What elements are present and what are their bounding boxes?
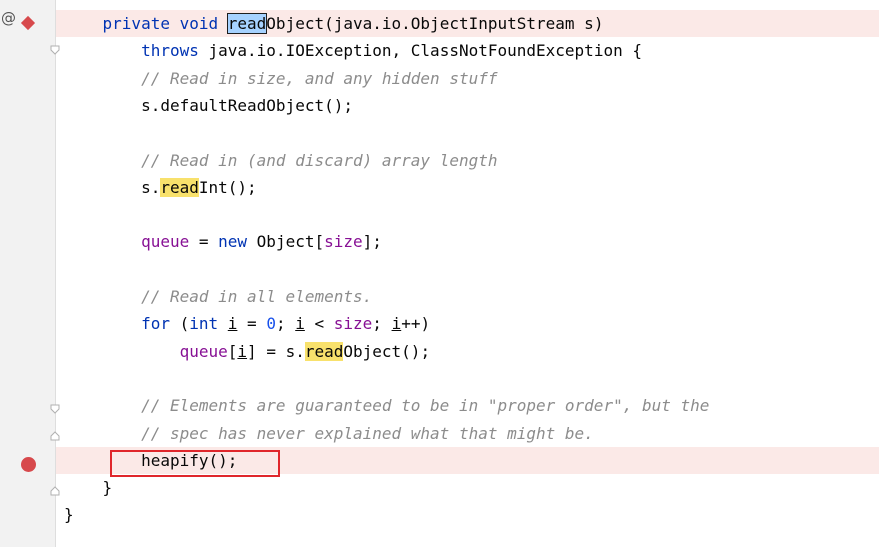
code-token: i — [391, 314, 402, 334]
code-token: } — [64, 505, 74, 525]
code-text: } — [64, 501, 74, 528]
method-breakpoint-icon[interactable] — [20, 15, 36, 31]
code-line[interactable]: queue[i] = s.readObject(); — [56, 338, 879, 365]
code-token: Object — [266, 14, 325, 33]
code-text: queue = new Object[size]; — [64, 228, 382, 255]
code-line[interactable]: // Read in all elements. — [56, 283, 879, 310]
code-token: i — [295, 314, 305, 334]
code-line[interactable]: } — [56, 501, 879, 528]
code-text: s.defaultReadObject(); — [64, 92, 353, 119]
code-token: Object[ — [256, 232, 325, 252]
line-breakpoint-icon[interactable] — [21, 457, 36, 472]
code-line[interactable]: // Elements are guaranteed to be in "pro… — [56, 392, 879, 419]
code-line[interactable]: throws java.io.IOException, ClassNotFoun… — [56, 37, 879, 64]
code-token: < — [304, 314, 334, 334]
code-token: [ — [227, 341, 238, 361]
code-token: read — [160, 177, 199, 197]
code-line[interactable] — [56, 256, 879, 283]
code-text: s.readInt(); — [64, 174, 257, 201]
code-token: ; — [275, 314, 296, 334]
code-text: } — [64, 474, 113, 501]
code-token: for — [141, 314, 180, 334]
code-token: i — [237, 341, 248, 361]
code-token: private void — [102, 14, 228, 33]
code-token: ++) — [401, 314, 431, 334]
code-token: // Read in all elements. — [141, 287, 373, 306]
code-token: // spec has never explained what that mi… — [141, 423, 594, 443]
code-line[interactable]: for (int i = 0; i < size; i++) — [56, 310, 879, 337]
editor-gutter[interactable]: @ — [0, 0, 60, 547]
code-token: // Read in size, and any hidden stuff — [141, 68, 498, 88]
code-token: queue — [141, 232, 190, 252]
code-line[interactable]: queue = new Object[size]; — [56, 228, 879, 255]
code-text: // Read in (and discard) array length — [64, 147, 497, 174]
code-token: new — [218, 232, 257, 252]
code-token: Int(); — [198, 177, 257, 197]
code-token: throws — [141, 41, 209, 61]
code-token: size — [324, 232, 363, 252]
code-line[interactable]: // Read in size, and any hidden stuff — [56, 65, 879, 92]
code-line[interactable]: // spec has never explained what that mi… — [56, 420, 879, 447]
code-line[interactable] — [56, 365, 879, 392]
code-token: read — [226, 13, 268, 34]
code-line[interactable]: s.readInt(); — [56, 174, 879, 201]
code-text: for (int i = 0; i < size; i++) — [64, 310, 430, 337]
code-text: // Read in all elements. — [64, 283, 372, 310]
code-line[interactable]: // Read in (and discard) array length — [56, 147, 879, 174]
code-token: ; — [372, 314, 392, 334]
code-token: read — [304, 341, 344, 361]
code-line[interactable] — [56, 119, 879, 146]
code-token: } — [64, 478, 113, 498]
code-token: = — [189, 232, 219, 252]
code-token: s.defaultReadObject(); — [64, 95, 353, 115]
code-text: // Elements are guaranteed to be in "pro… — [64, 392, 709, 419]
code-token: s. — [64, 177, 161, 197]
code-token: queue — [179, 341, 228, 361]
code-text: // Read in size, and any hidden stuff — [64, 65, 497, 92]
code-line[interactable]: s.defaultReadObject(); — [56, 92, 879, 119]
code-token: ]; — [362, 232, 382, 252]
code-token: = — [237, 314, 267, 334]
code-token: ( — [179, 314, 190, 334]
highlight-box — [110, 450, 280, 477]
code-token: int — [189, 314, 228, 334]
code-token: // Read in (and discard) array length — [141, 150, 498, 170]
code-text: throws java.io.IOException, ClassNotFoun… — [64, 37, 642, 64]
code-token: // Elements are guaranteed to be in "pro… — [141, 396, 710, 416]
code-text: private void readObject(java.io.ObjectIn… — [64, 10, 603, 37]
code-line[interactable]: } — [56, 474, 879, 501]
override-annotation-icon[interactable]: @ — [1, 10, 16, 26]
code-token: java.io.IOException, ClassNotFoundExcept… — [208, 41, 642, 61]
code-text: // spec has never explained what that mi… — [64, 420, 594, 447]
code-token: Object(); — [343, 341, 431, 361]
code-token: size — [333, 314, 373, 334]
code-token: ] = s. — [247, 341, 305, 361]
code-line[interactable] — [56, 201, 879, 228]
code-line[interactable]: private void readObject(java.io.ObjectIn… — [56, 10, 879, 37]
code-token: 0 — [266, 314, 276, 334]
code-token: (java.io.ObjectInputStream s) — [324, 14, 604, 33]
code-text: queue[i] = s.readObject(); — [64, 338, 430, 365]
code-token: i — [227, 314, 238, 334]
